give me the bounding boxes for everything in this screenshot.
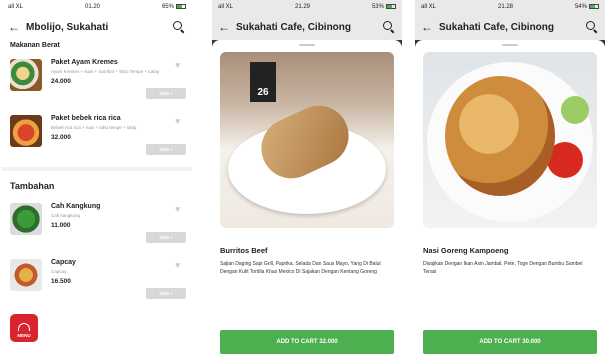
carrier-label: all XL (218, 4, 234, 10)
drag-handle[interactable] (502, 44, 518, 46)
dish-name: Nasi Goreng Kampoeng (423, 246, 509, 255)
favorite-heart-icon[interactable]: ♥ (175, 61, 184, 70)
search-icon[interactable] (172, 20, 186, 34)
add-button[interactable]: ADD + (146, 144, 186, 155)
clock: 21.29 (294, 4, 310, 10)
menu-button[interactable]: MENU (10, 314, 38, 342)
menu-list-screen: all XL 01.20 65% ← Mbolijo, Sukahati Mak… (2, 0, 192, 356)
battery-indicator: 53% (371, 3, 396, 11)
drag-handle[interactable] (299, 44, 315, 46)
battery-indicator: 65% (161, 3, 186, 11)
add-button-label: ADD (159, 147, 169, 152)
menu-item[interactable]: Paket bebek rica rica Bebek rica rica + … (2, 111, 192, 167)
menu-button-label: MENU (17, 333, 31, 338)
page-title: Mbolijo, Sukahati (26, 21, 109, 33)
dish-name: Burritos Beef (220, 246, 268, 255)
item-name: Paket bebek rica rica (51, 115, 121, 122)
add-button[interactable]: ADD + (146, 232, 186, 243)
battery-percent: 53% (371, 4, 384, 11)
item-description: Ayam Kremes + Nasi + Sambal + Tahu Tempe… (51, 69, 160, 74)
app-bar: ← Sukahati Cafe, Cibinong (212, 14, 402, 40)
section-heading: Tambahan (2, 167, 192, 199)
item-price: 32.000 (51, 134, 71, 141)
add-to-cart-button[interactable]: ADD TO CART 30.000 (423, 330, 597, 354)
dish-photo: 26 (220, 52, 394, 228)
item-description: Bebek rica rica + nasi + tahu tempe + la… (51, 125, 137, 130)
page-title: Sukahati Cafe, Cibinong (236, 21, 352, 33)
clock: 21.28 (497, 4, 513, 10)
search-icon[interactable] (382, 20, 396, 34)
dish-description: Sajian Daging Sapi Grill, Paprika, Selad… (220, 261, 381, 275)
category-heading: Makanan Berat (10, 42, 60, 49)
status-bar: all XL 01.20 65% (2, 0, 192, 14)
battery-percent: 65% (161, 4, 174, 11)
page-title: Sukahati Cafe, Cibinong (439, 21, 555, 33)
carrier-label: all XL (8, 4, 24, 10)
favorite-heart-icon[interactable]: ♥ (175, 117, 184, 126)
dish-photo (423, 52, 597, 228)
favorite-heart-icon[interactable]: ♥ (175, 261, 184, 270)
item-description: Cah kangkung (51, 213, 81, 218)
add-button[interactable]: ADD + (146, 288, 186, 299)
battery-icon (588, 3, 599, 9)
battery-icon (175, 3, 186, 9)
battery-indicator: 54% (574, 3, 599, 11)
battery-icon (385, 3, 396, 9)
menu-item[interactable]: Paket Ayam Kremes Ayam Kremes + Nasi + S… (2, 55, 192, 111)
app-bar: ← Mbolijo, Sukahati (2, 14, 192, 40)
item-name: Capcay (51, 259, 76, 266)
battery-percent: 54% (574, 4, 587, 11)
food-thumbnail (10, 203, 42, 235)
item-description: Capcay (51, 269, 67, 274)
food-thumbnail (10, 59, 42, 91)
menu-item[interactable]: Capcay Capcay 16.500 ♥ ADD + (2, 255, 192, 311)
add-button-label: ADD (159, 91, 169, 96)
detail-sheet: 26 Burritos Beef Sajian Daging Sapi Gril… (212, 40, 402, 356)
back-arrow-icon[interactable]: ← (8, 20, 20, 34)
carrier-label: all XL (421, 4, 437, 10)
back-arrow-icon[interactable]: ← (218, 20, 230, 34)
status-bar: all XL 21.29 53% (212, 0, 402, 14)
item-price: 24.000 (51, 78, 71, 85)
add-button[interactable]: ADD + (146, 88, 186, 99)
add-to-cart-button[interactable]: ADD TO CART 32.000 (220, 330, 394, 354)
item-detail-screen: all XL 21.29 53% ← Sukahati Cafe, Cibino… (212, 0, 402, 356)
food-thumbnail (10, 259, 42, 291)
add-button-label: ADD (159, 235, 169, 240)
detail-sheet: Nasi Goreng Kampoeng Disajikan Dengan Ik… (415, 40, 605, 356)
item-price: 11.000 (51, 222, 71, 229)
item-detail-screen: all XL 21.28 54% ← Sukahati Cafe, Cibino… (415, 0, 605, 356)
table-number-sign: 26 (250, 62, 276, 102)
menu-item[interactable]: Cah Kangkung Cah kangkung 11.000 ♥ ADD + (2, 199, 192, 255)
back-arrow-icon[interactable]: ← (421, 20, 433, 34)
food-thumbnail (10, 115, 42, 147)
add-button-label: ADD (159, 291, 169, 296)
item-price: 16.500 (51, 278, 71, 285)
cloche-icon (18, 323, 30, 331)
app-bar: ← Sukahati Cafe, Cibinong (415, 14, 605, 40)
item-name: Cah Kangkung (51, 203, 101, 210)
favorite-heart-icon[interactable]: ♥ (175, 205, 184, 214)
dish-description: Disajikan Dengan Ikan Asin Jambal, Pete,… (423, 261, 583, 275)
status-bar: all XL 21.28 54% (415, 0, 605, 14)
search-icon[interactable] (585, 20, 599, 34)
item-name: Paket Ayam Kremes (51, 59, 118, 66)
clock: 01.20 (84, 4, 100, 10)
